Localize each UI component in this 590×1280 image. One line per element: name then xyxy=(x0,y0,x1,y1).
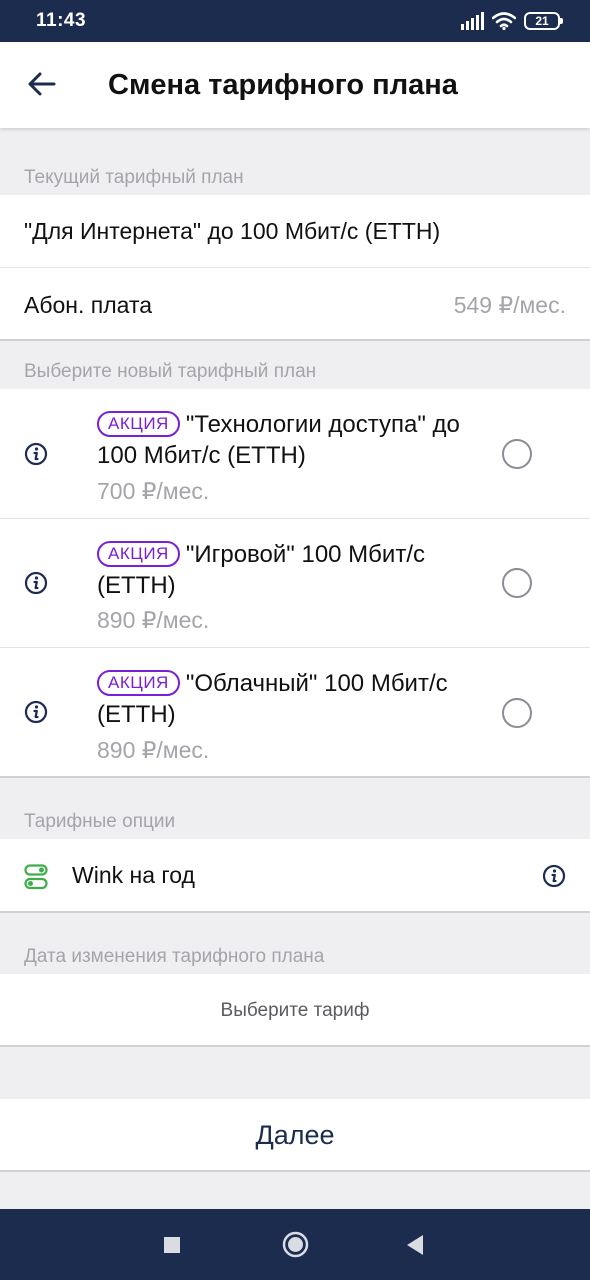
plan-price: 890 ₽/мес. xyxy=(97,737,210,763)
current-plan-section-label: Текущий тарифный план xyxy=(24,167,244,188)
info-icon[interactable] xyxy=(24,700,48,724)
status-bar: 11:43 21 xyxy=(0,0,590,42)
back-arrow-icon[interactable] xyxy=(26,68,58,100)
current-plan-name: "Для Интернета" до 100 Мбит/с (ETTH) xyxy=(24,218,441,244)
divider xyxy=(0,267,590,268)
plan-radio[interactable] xyxy=(502,698,532,728)
option-name: Wink на год xyxy=(72,862,195,888)
battery-icon: 21 xyxy=(524,12,563,30)
plan-item-technologies[interactable]: АКЦИЯ "Технологии доступа" до 100 Мбит/с … xyxy=(0,389,590,518)
app-bar: Смена тарифного плана xyxy=(0,42,590,128)
toggle-option-icon xyxy=(24,864,48,890)
signal-icon xyxy=(461,12,484,30)
change-date-field[interactable]: Выберите тариф xyxy=(0,974,590,1047)
system-nav-bar xyxy=(0,1209,590,1280)
new-plan-section-label: Выберите новый тарифный план xyxy=(24,361,317,382)
home-icon[interactable] xyxy=(282,1231,309,1258)
change-date-placeholder: Выберите тариф xyxy=(220,1000,370,1021)
plan-radio[interactable] xyxy=(502,439,532,469)
page-title: Смена тарифного плана xyxy=(108,69,458,101)
promo-badge: АКЦИЯ xyxy=(97,670,180,696)
plan-name: АКЦИЯ "Облачный" 100 Мбит/с (ETTH) xyxy=(97,668,489,730)
info-icon[interactable] xyxy=(24,571,48,595)
options-section-label: Тарифные опции xyxy=(24,811,176,832)
info-icon[interactable] xyxy=(24,442,48,466)
recent-apps-icon[interactable] xyxy=(163,1236,181,1254)
plan-name: АКЦИЯ "Игровой" 100 Мбит/с (ETTH) xyxy=(97,539,489,601)
info-icon[interactable] xyxy=(542,864,566,888)
current-plan-card: "Для Интернета" до 100 Мбит/с (ETTH) Або… xyxy=(0,195,590,341)
plan-list: АКЦИЯ "Технологии доступа" до 100 Мбит/с … xyxy=(0,389,590,778)
plan-item-cloud[interactable]: АКЦИЯ "Облачный" 100 Мбит/с (ETTH) 890 ₽/… xyxy=(0,648,590,777)
promo-badge: АКЦИЯ xyxy=(97,541,180,567)
plan-radio[interactable] xyxy=(502,568,532,598)
plan-price: 700 ₽/мес. xyxy=(97,478,210,504)
plan-price: 890 ₽/мес. xyxy=(97,607,210,633)
back-nav-icon[interactable] xyxy=(405,1234,425,1256)
plan-name: АКЦИЯ "Технологии доступа" до 100 Мбит/с … xyxy=(97,409,489,471)
plan-item-gaming[interactable]: АКЦИЯ "Игровой" 100 Мбит/с (ETTH) 890 ₽/м… xyxy=(0,519,590,648)
status-icons: 21 xyxy=(461,12,563,30)
fee-value: 549 ₽/мес. xyxy=(453,292,566,318)
change-date-section-label: Дата изменения тарифного плана xyxy=(24,946,325,967)
promo-badge: АКЦИЯ xyxy=(97,411,180,437)
next-button-label: Далее xyxy=(255,1120,335,1150)
wifi-icon xyxy=(492,12,516,30)
fee-label: Абон. плата xyxy=(24,292,153,318)
status-time: 11:43 xyxy=(36,10,87,31)
next-button[interactable]: Далее xyxy=(0,1099,590,1172)
option-item-wink[interactable]: Wink на год xyxy=(0,839,590,913)
